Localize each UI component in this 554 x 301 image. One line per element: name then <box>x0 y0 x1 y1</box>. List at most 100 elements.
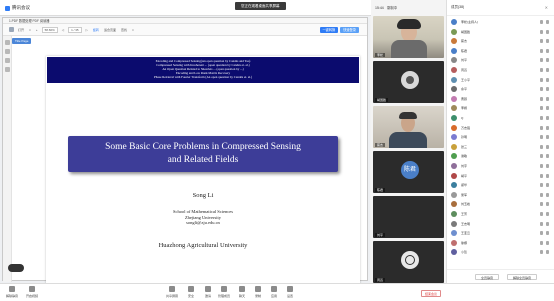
participant-row[interactable]: 蔡杰 <box>447 37 554 45</box>
participant-row[interactable]: 小哲 <box>447 248 554 256</box>
camera-icon[interactable] <box>546 154 549 159</box>
microphone-icon[interactable] <box>540 68 543 72</box>
toolbar-item-rotate[interactable]: 旋转 <box>92 28 100 32</box>
microphone-icon[interactable] <box>540 77 543 82</box>
microphone-icon[interactable] <box>540 87 543 92</box>
unmute-all-button[interactable]: 解除全员静音 <box>507 274 538 280</box>
unmute-button[interactable]: 解除静音 <box>2 286 22 298</box>
thumbnail-icon[interactable] <box>5 40 10 45</box>
participant-row[interactable]: 胡平 <box>447 172 554 180</box>
camera-icon[interactable] <box>546 231 549 236</box>
zoom-level[interactable]: 58.66% <box>41 26 58 33</box>
microphone-icon[interactable] <box>540 125 543 130</box>
toolbar-item-fit-page[interactable]: 适合页面 <box>103 28 117 32</box>
end-meeting-button[interactable]: 结束会议 <box>421 290 442 297</box>
microphone-icon[interactable] <box>540 135 543 140</box>
prev-page-button[interactable]: ◁ <box>61 28 65 32</box>
microphone-icon[interactable] <box>540 106 543 111</box>
camera-icon[interactable] <box>546 29 549 34</box>
microphone-icon[interactable] <box>540 116 543 120</box>
toggle-switch[interactable] <box>8 264 24 272</box>
participant-row[interactable]: 王亚云 <box>447 229 554 237</box>
page-number[interactable]: 1 / 35 <box>68 26 82 33</box>
microphone-icon[interactable] <box>540 29 543 34</box>
camera-icon[interactable] <box>546 164 549 168</box>
toolbar-item-find[interactable]: 查找 <box>120 28 128 32</box>
close-icon[interactable]: ✕ <box>545 5 548 10</box>
camera-icon[interactable] <box>546 77 549 82</box>
microphone-icon[interactable] <box>540 231 543 236</box>
camera-icon[interactable] <box>546 58 549 63</box>
camera-icon[interactable] <box>546 48 549 53</box>
microphone-icon[interactable] <box>540 154 543 159</box>
settings-button[interactable]: 设置 <box>280 286 300 298</box>
participant-row[interactable]: 王芳 <box>447 210 554 218</box>
microphone-icon[interactable] <box>540 58 543 63</box>
microphone-icon[interactable] <box>540 39 543 44</box>
microphone-icon[interactable] <box>540 192 543 197</box>
camera-icon[interactable] <box>546 173 549 178</box>
video-tile[interactable]: 蔡杰 <box>373 106 444 148</box>
toolbar-item-open[interactable]: 打开 <box>17 28 25 32</box>
microphone-icon[interactable] <box>540 221 543 226</box>
participant-row[interactable]: 刘宇 <box>447 162 554 170</box>
camera-icon[interactable] <box>546 39 549 44</box>
next-page-button[interactable]: ▷ <box>85 28 89 32</box>
open-file-icon[interactable] <box>9 27 14 32</box>
camera-icon[interactable] <box>546 125 549 130</box>
participant-row[interactable]: 王志明 <box>447 220 554 228</box>
video-tile[interactable]: 胡国胜 <box>373 61 444 103</box>
toolbar-item-more[interactable]: □ <box>131 28 135 32</box>
microphone-icon[interactable] <box>540 250 543 255</box>
camera-icon[interactable] <box>546 192 549 197</box>
camera-icon[interactable] <box>546 212 549 216</box>
participant-row[interactable]: 万志强 <box>447 124 554 132</box>
video-tile[interactable]: 李松 <box>373 16 444 58</box>
microphone-icon[interactable] <box>540 164 543 168</box>
participant-row[interactable]: 陈君 <box>447 47 554 55</box>
outline-tab[interactable]: Title Page <box>12 38 32 44</box>
participant-row[interactable]: 周嵩 <box>447 66 554 74</box>
camera-icon[interactable] <box>546 240 549 245</box>
toolbar-item-page-icon[interactable]: □ <box>28 28 32 32</box>
participant-row[interactable]: Q <box>447 114 554 122</box>
participant-row[interactable]: 徐娜 <box>447 239 554 247</box>
attachment-icon[interactable] <box>5 67 10 72</box>
microphone-icon[interactable] <box>540 96 543 101</box>
share-screen-button[interactable]: 共享屏幕 <box>162 286 182 298</box>
mute-all-button[interactable]: 全员静音 <box>475 274 500 280</box>
microphone-icon[interactable] <box>540 173 543 178</box>
participant-row[interactable]: 李松(主持人) <box>447 18 554 26</box>
participant-row[interactable]: 刘平 <box>447 56 554 64</box>
microphone-icon[interactable] <box>540 202 543 207</box>
participant-row[interactable]: 胡国胜 <box>447 28 554 36</box>
camera-icon[interactable] <box>546 68 549 72</box>
microphone-icon[interactable] <box>540 144 543 149</box>
nav-line[interactable]: Phase Retrieval with Fourier Transform (… <box>47 75 359 79</box>
camera-icon[interactable] <box>546 144 549 149</box>
microphone-icon[interactable] <box>540 240 543 245</box>
participant-row[interactable]: 余平 <box>447 85 554 93</box>
microphone-icon[interactable] <box>540 20 543 24</box>
camera-icon[interactable] <box>546 106 549 111</box>
quick-login-button[interactable]: 快速登录 <box>340 27 359 33</box>
participant-row[interactable]: 郑华 <box>447 181 554 189</box>
annotation-icon[interactable] <box>5 58 10 63</box>
participant-row[interactable]: 李娟 <box>447 104 554 112</box>
camera-icon[interactable] <box>546 116 549 120</box>
microphone-icon[interactable] <box>540 212 543 216</box>
participant-row[interactable]: 张三 <box>447 143 554 151</box>
convert-button[interactable]: 一键转换 <box>319 27 339 33</box>
participant-row[interactable]: 孙明 <box>447 133 554 141</box>
participant-row[interactable]: 王小平 <box>447 76 554 84</box>
camera-icon[interactable] <box>546 250 549 255</box>
participant-row[interactable]: 谢敏 <box>447 152 554 160</box>
participant-row[interactable]: 刘玉峰 <box>447 200 554 208</box>
microphone-icon[interactable] <box>540 183 543 188</box>
video-tile[interactable]: 周嵩 <box>373 241 444 283</box>
toolbar-item-zoom-in[interactable]: + <box>35 28 39 32</box>
camera-icon[interactable] <box>546 202 549 207</box>
video-tile[interactable]: 刘平 <box>373 196 444 238</box>
participant-row[interactable]: 吴军 <box>447 191 554 199</box>
camera-icon[interactable] <box>546 20 549 24</box>
